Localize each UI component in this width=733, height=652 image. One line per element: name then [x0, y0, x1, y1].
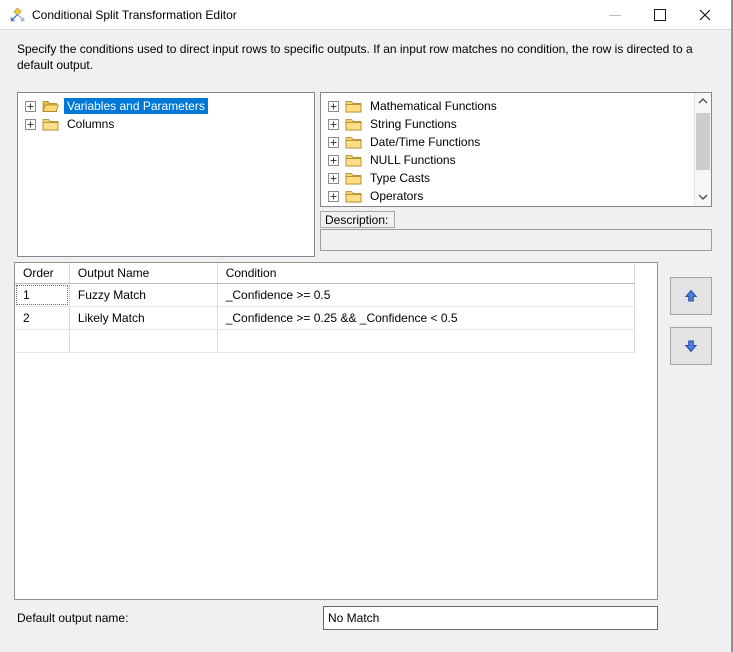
chevron-down-icon	[698, 194, 708, 200]
expand-icon[interactable]	[25, 100, 36, 112]
expand-icon[interactable]	[328, 136, 339, 148]
default-output-label: Default output name:	[17, 611, 129, 625]
maximize-icon	[654, 9, 666, 21]
expand-icon[interactable]	[328, 100, 339, 112]
scroll-up-button[interactable]	[695, 93, 711, 110]
conditions-grid-columns: Order Output Name Condition 1 Fuzzy Matc…	[15, 263, 635, 353]
chevron-up-icon	[698, 98, 708, 104]
functions-tree-scrollbar[interactable]	[694, 93, 711, 206]
down-arrow-icon	[684, 340, 698, 353]
tree-item-label: Type Casts	[370, 171, 431, 185]
cell-output-name-3[interactable]	[70, 330, 218, 352]
window-title: Conditional Split Transformation Editor	[32, 8, 237, 22]
cell-order-2[interactable]: 2	[15, 307, 70, 329]
folder-icon	[345, 173, 362, 185]
close-button[interactable]	[682, 0, 727, 30]
tree-item-label: NULL Functions	[370, 153, 456, 167]
default-output-input[interactable]	[323, 606, 658, 630]
functions-tree-rows: Mathematical Functions String Functions …	[321, 97, 694, 205]
tree-item-label: String Functions	[370, 117, 457, 131]
scroll-thumb[interactable]	[696, 113, 710, 170]
folder-icon	[345, 155, 362, 167]
tree-item-label: Columns	[67, 117, 115, 131]
expand-icon[interactable]	[328, 154, 339, 166]
cell-condition-3[interactable]	[218, 330, 634, 352]
folder-open-icon	[42, 101, 59, 112]
description-box	[320, 229, 712, 251]
move-down-button[interactable]	[670, 327, 712, 365]
folder-icon	[345, 101, 362, 113]
expand-icon[interactable]	[328, 190, 339, 202]
grid-row-2: 2 Likely Match _Confidence >= 0.25 && _C…	[15, 307, 634, 330]
scroll-down-button[interactable]	[695, 189, 711, 206]
description-label: Description:	[320, 211, 396, 228]
column-header-output-name[interactable]: Output Name	[70, 263, 218, 283]
cell-condition-1[interactable]: _Confidence >= 0.5	[218, 284, 634, 306]
tree-item-string-functions[interactable]: String Functions	[321, 115, 694, 133]
cell-order-3[interactable]	[15, 330, 70, 352]
tree-item-type-casts[interactable]: Type Casts	[321, 169, 694, 187]
tree-item-variables-and-parameters[interactable]: Variables and Parameters	[18, 97, 314, 115]
minimize-button	[592, 0, 637, 30]
tree-item-label: Variables and Parameters	[64, 98, 208, 114]
tree-item-label: Mathematical Functions	[370, 99, 497, 113]
folder-icon	[345, 137, 362, 149]
grid-row-3-empty	[15, 330, 634, 353]
tree-item-columns[interactable]: Columns	[18, 115, 314, 133]
conditional-split-editor-dialog: Conditional Split Transformation Editor …	[0, 0, 733, 652]
grid-row-1: 1 Fuzzy Match _Confidence >= 0.5	[15, 284, 634, 307]
column-header-condition[interactable]: Condition	[218, 263, 634, 283]
title-bar[interactable]: Conditional Split Transformation Editor	[0, 0, 731, 30]
move-up-button[interactable]	[670, 277, 712, 315]
expand-icon[interactable]	[328, 172, 339, 184]
tree-item-mathematical-functions[interactable]: Mathematical Functions	[321, 97, 694, 115]
up-arrow-icon	[684, 289, 698, 302]
cell-output-name-1[interactable]: Fuzzy Match	[70, 284, 218, 306]
expand-icon[interactable]	[25, 118, 36, 130]
column-header-order[interactable]: Order	[15, 263, 70, 283]
close-icon	[699, 9, 711, 21]
tree-item-date-time-functions[interactable]: Date/Time Functions	[321, 133, 694, 151]
expand-icon[interactable]	[328, 118, 339, 130]
cell-order-1[interactable]: 1	[15, 284, 70, 306]
grid-header-row: Order Output Name Condition	[15, 263, 634, 284]
tree-item-null-functions[interactable]: NULL Functions	[321, 151, 694, 169]
cell-condition-2[interactable]: _Confidence >= 0.25 && _Confidence < 0.5	[218, 307, 634, 329]
folder-icon	[42, 119, 59, 131]
minimize-icon	[609, 15, 621, 16]
variables-columns-tree: Variables and Parameters Columns	[17, 92, 315, 257]
tree-item-label: Operators	[370, 189, 424, 203]
conditions-grid: Order Output Name Condition 1 Fuzzy Matc…	[14, 262, 658, 600]
instructions-text: Specify the conditions used to direct in…	[17, 42, 693, 72]
cell-output-name-2[interactable]: Likely Match	[70, 307, 218, 329]
tree-item-operators[interactable]: Operators	[321, 187, 694, 205]
functions-tree: Mathematical Functions String Functions …	[320, 92, 712, 207]
folder-icon	[345, 119, 362, 131]
tree-item-label: Date/Time Functions	[370, 135, 481, 149]
maximize-button[interactable]	[637, 0, 682, 30]
app-icon	[10, 7, 25, 22]
folder-icon	[345, 191, 362, 203]
